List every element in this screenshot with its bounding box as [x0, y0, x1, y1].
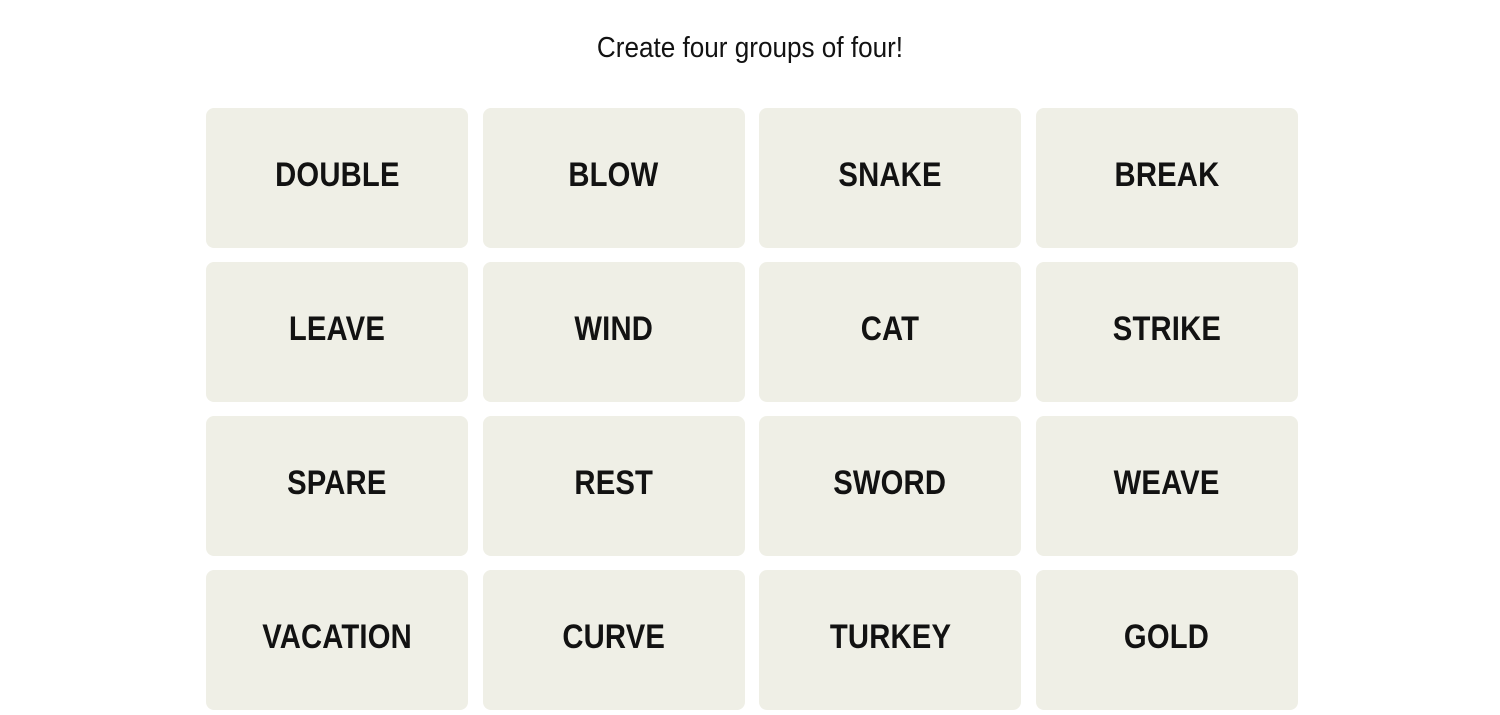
word-tile[interactable]: WIND: [482, 262, 745, 402]
word-tile[interactable]: DOUBLE: [206, 108, 468, 248]
word-label: BREAK: [1114, 155, 1219, 194]
word-label: STRIKE: [1112, 309, 1221, 348]
word-tile[interactable]: BLOW: [482, 108, 745, 248]
word-tile[interactable]: SWORD: [759, 416, 1021, 556]
word-tile[interactable]: REST: [482, 416, 745, 556]
word-tile[interactable]: SNAKE: [759, 108, 1021, 248]
word-tile[interactable]: TURKEY: [759, 570, 1021, 710]
word-label: BLOW: [568, 155, 659, 194]
word-tile[interactable]: VACATION: [206, 570, 468, 710]
word-label: CAT: [860, 309, 920, 348]
word-tile[interactable]: GOLD: [1035, 570, 1298, 710]
instructions-text: Create four groups of four!: [596, 32, 904, 64]
word-tile[interactable]: BREAK: [1035, 108, 1298, 248]
word-tile[interactable]: CAT: [759, 262, 1021, 402]
word-label: WEAVE: [1113, 463, 1220, 502]
word-label: SNAKE: [838, 155, 942, 194]
word-label: WIND: [574, 309, 653, 348]
word-label: LEAVE: [288, 309, 386, 348]
word-label: REST: [574, 463, 653, 502]
word-label: GOLD: [1123, 617, 1210, 656]
word-tile[interactable]: SPARE: [206, 416, 468, 556]
word-tile[interactable]: CURVE: [482, 570, 745, 710]
word-tile[interactable]: LEAVE: [206, 262, 468, 402]
word-tile[interactable]: STRIKE: [1035, 262, 1298, 402]
word-label: SPARE: [287, 463, 387, 502]
word-label: VACATION: [262, 617, 412, 656]
word-tile[interactable]: WEAVE: [1035, 416, 1298, 556]
word-label: DOUBLE: [274, 155, 400, 194]
word-label: TURKEY: [829, 617, 951, 656]
word-label: CURVE: [562, 617, 665, 656]
word-label: SWORD: [833, 463, 947, 502]
word-grid: DOUBLE BLOW SNAKE BREAK LEAVE WIND CAT S…: [206, 108, 1298, 710]
